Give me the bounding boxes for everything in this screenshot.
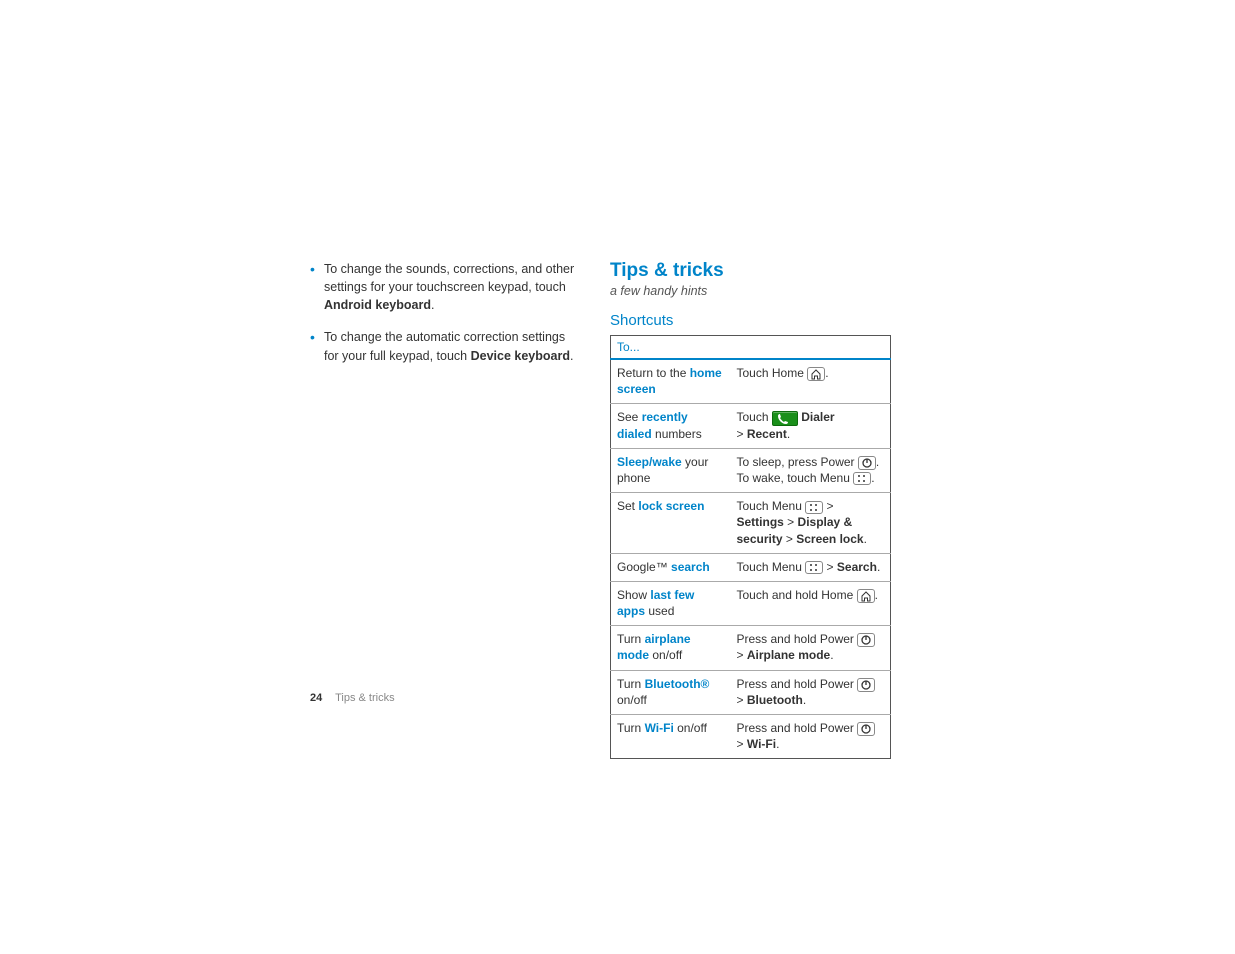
cell-text: > bbox=[784, 515, 798, 529]
cell-text: Press and hold Power bbox=[737, 632, 858, 646]
cell-text: . bbox=[830, 648, 833, 662]
term-link: search bbox=[671, 560, 710, 574]
cell-text: . bbox=[864, 532, 867, 546]
cell-bold: Airplane mode bbox=[747, 648, 830, 662]
cell-text: Touch Menu bbox=[737, 560, 806, 574]
bullet-text: . bbox=[570, 349, 573, 363]
cell-text: > bbox=[737, 427, 747, 441]
cell-text: Touch Home bbox=[737, 366, 808, 380]
home-icon bbox=[807, 367, 825, 381]
cell-text: Google™ bbox=[617, 560, 671, 574]
page-number: 24 bbox=[310, 692, 322, 704]
bullet-item: To change the sounds, corrections, and o… bbox=[310, 260, 582, 314]
cell-text: Touch Menu bbox=[737, 499, 806, 513]
footer-section: Tips & tricks bbox=[335, 692, 395, 704]
cell-text: . bbox=[877, 560, 880, 574]
home-icon bbox=[857, 589, 875, 603]
power-icon bbox=[857, 722, 875, 736]
cell-bold: Settings bbox=[737, 515, 784, 529]
bullet-text: To change the sounds, corrections, and o… bbox=[324, 262, 574, 294]
bullet-item: To change the automatic correction setti… bbox=[310, 328, 582, 364]
phone-icon bbox=[772, 411, 798, 426]
cell-text: > bbox=[737, 737, 747, 751]
cell-text: . bbox=[875, 588, 878, 602]
cell-text: Set bbox=[617, 499, 638, 513]
table-row: Sleep/wake your phone To sleep, press Po… bbox=[611, 448, 891, 492]
power-icon bbox=[858, 456, 876, 470]
term-link: Wi-Fi bbox=[645, 721, 674, 735]
cell-text: . bbox=[776, 737, 779, 751]
right-column: Tips & tricks a few handy hints Shortcut… bbox=[610, 260, 910, 759]
cell-text: Turn bbox=[617, 721, 645, 735]
table-row: Show last few apps used Touch and hold H… bbox=[611, 581, 891, 625]
page-footer: 24 Tips & tricks bbox=[310, 692, 395, 704]
cell-bold: Dialer bbox=[801, 410, 834, 424]
subsection-title: Shortcuts bbox=[610, 312, 910, 329]
menu-icon bbox=[853, 472, 871, 485]
cell-text: Press and hold Power bbox=[737, 677, 858, 691]
bullet-bold: Android keyboard bbox=[324, 298, 431, 312]
menu-icon bbox=[805, 561, 823, 574]
bullet-bold: Device keyboard bbox=[471, 349, 570, 363]
cell-text: used bbox=[645, 604, 674, 618]
cell-bold: Screen lock bbox=[796, 532, 863, 546]
cell-text: > bbox=[823, 560, 837, 574]
cell-text: on/off bbox=[649, 648, 682, 662]
term-link: Sleep/wake bbox=[617, 455, 682, 469]
section-title: Tips & tricks bbox=[610, 260, 910, 282]
cell-bold: Bluetooth bbox=[747, 693, 803, 707]
cell-text: Turn bbox=[617, 632, 645, 646]
table-row: Turn Bluetooth® on/off Press and hold Po… bbox=[611, 670, 891, 714]
cell-text: . bbox=[871, 471, 874, 485]
cell-text: See bbox=[617, 410, 642, 424]
term-link: Bluetooth® bbox=[645, 677, 710, 691]
cell-text: > bbox=[737, 693, 747, 707]
table-row: Google™ search Touch Menu > Search. bbox=[611, 553, 891, 581]
cell-bold: Search bbox=[837, 560, 877, 574]
table-row: See recently dialed numbers Touch Dialer… bbox=[611, 404, 891, 448]
cell-bold: Wi-Fi bbox=[747, 737, 776, 751]
power-icon bbox=[857, 678, 875, 692]
table-row: Return to the home screen Touch Home . bbox=[611, 359, 891, 404]
bullet-text: . bbox=[431, 298, 434, 312]
cell-text: Turn bbox=[617, 677, 645, 691]
table-header: To... bbox=[611, 336, 891, 360]
cell-text: > bbox=[823, 499, 833, 513]
table-row: Set lock screen Touch Menu > Settings > … bbox=[611, 493, 891, 554]
cell-bold: Recent bbox=[747, 427, 787, 441]
cell-text: Touch bbox=[737, 410, 772, 424]
cell-text: numbers bbox=[652, 427, 702, 441]
menu-icon bbox=[805, 501, 823, 514]
cell-text: To sleep, press Power bbox=[737, 455, 858, 469]
cell-text: . bbox=[825, 366, 828, 380]
left-column: To change the sounds, corrections, and o… bbox=[310, 260, 610, 759]
cell-text: on/off bbox=[617, 693, 647, 707]
shortcuts-table: To... Return to the home screen Touch Ho… bbox=[610, 335, 891, 759]
section-subtitle: a few handy hints bbox=[610, 284, 910, 298]
table-row: Turn Wi-Fi on/off Press and hold Power >… bbox=[611, 715, 891, 759]
cell-text: on/off bbox=[674, 721, 707, 735]
cell-text: . bbox=[803, 693, 806, 707]
cell-text: > bbox=[737, 648, 747, 662]
cell-text: Show bbox=[617, 588, 650, 602]
cell-text: Return to the bbox=[617, 366, 690, 380]
cell-text: > bbox=[783, 532, 797, 546]
power-icon bbox=[857, 633, 875, 647]
cell-text: Press and hold Power bbox=[737, 721, 858, 735]
cell-text: Touch and hold Home bbox=[737, 588, 857, 602]
cell-text: . bbox=[787, 427, 790, 441]
table-row: Turn airplane mode on/off Press and hold… bbox=[611, 626, 891, 670]
term-link: lock screen bbox=[638, 499, 704, 513]
